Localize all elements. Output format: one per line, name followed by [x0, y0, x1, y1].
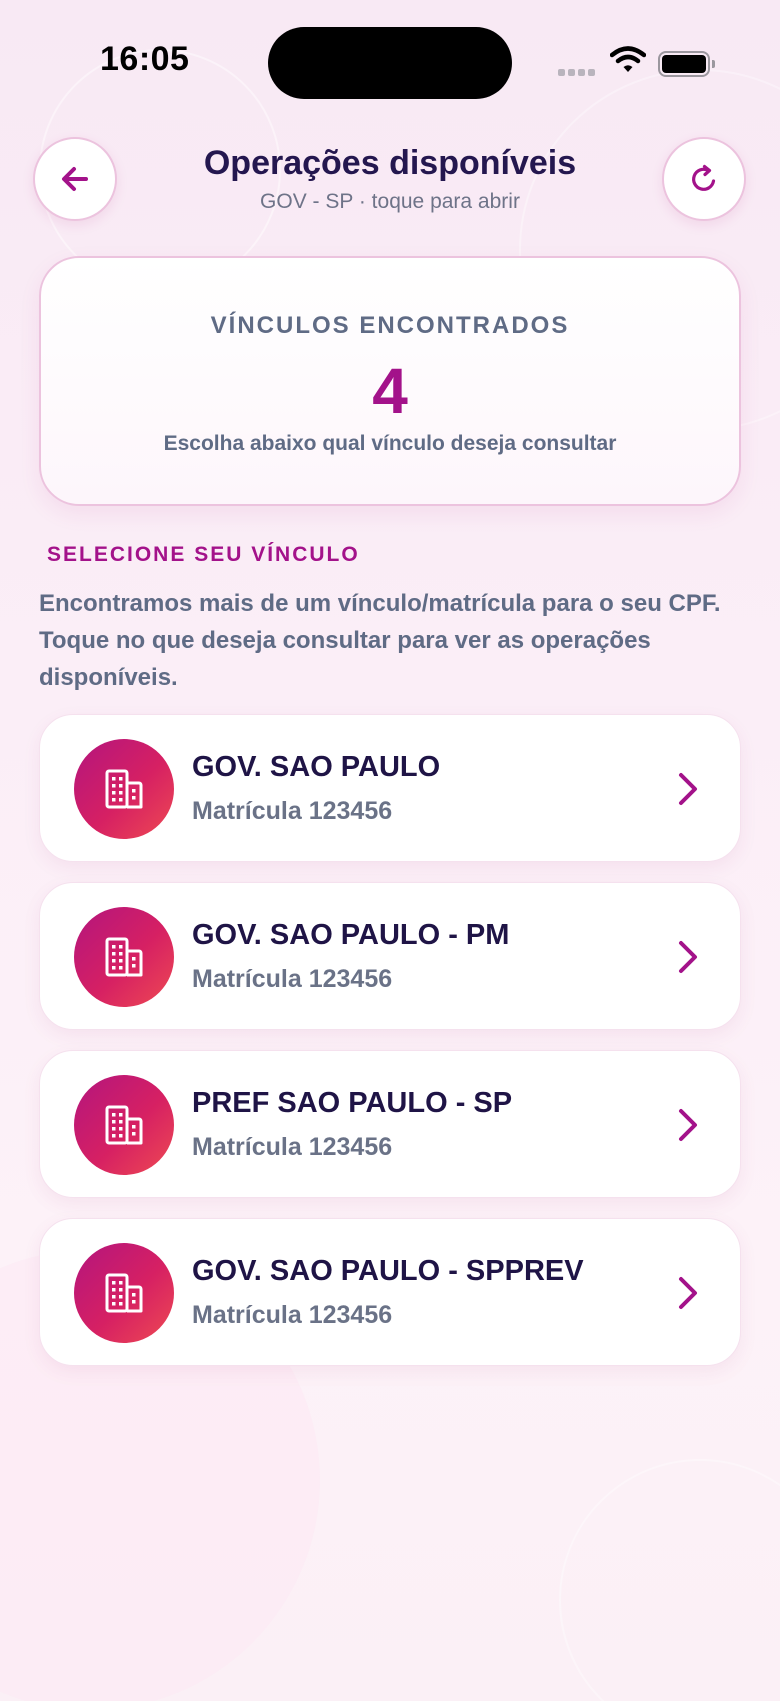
- vinculos-count: 4: [372, 355, 408, 427]
- chevron-right-icon: [679, 773, 697, 805]
- vinculo-item[interactable]: GOV. SAO PAULO - SPPREV Matrícula 123456: [39, 1218, 741, 1366]
- dynamic-island: [268, 27, 512, 99]
- building-icon: [105, 769, 143, 809]
- vinculo-item[interactable]: GOV. SAO PAULO - PM Matrícula 123456: [39, 882, 741, 1030]
- vinculo-name: GOV. SAO PAULO - SPPREV: [192, 1255, 584, 1287]
- wifi-icon: [610, 46, 646, 72]
- vinculo-item[interactable]: GOV. SAO PAULO Matrícula 123456: [39, 714, 741, 862]
- building-icon: [105, 1105, 143, 1145]
- status-time: 16:05: [100, 40, 190, 78]
- page-subtitle[interactable]: GOV - SP · toque para abrir: [0, 190, 780, 214]
- vinculo-avatar: [74, 907, 174, 1007]
- summary-label: VÍNCULOS ENCONTRADOS: [210, 312, 570, 339]
- vinculo-item[interactable]: PREF SAO PAULO - SP Matrícula 123456: [39, 1050, 741, 1198]
- status-bar: 16:05: [0, 0, 780, 120]
- chevron-right-icon: [679, 941, 697, 973]
- vinculo-avatar: [74, 1075, 174, 1175]
- vinculo-avatar: [74, 739, 174, 839]
- building-icon: [105, 937, 143, 977]
- vinculo-avatar: [74, 1243, 174, 1343]
- vinculo-matricula: Matrícula 123456: [192, 797, 393, 825]
- building-icon: [105, 1273, 143, 1313]
- section-title: SELECIONE SEU VÍNCULO: [47, 543, 360, 566]
- cellular-signal-icon: [558, 69, 595, 76]
- vinculo-matricula: Matrícula 123456: [192, 1133, 393, 1161]
- refresh-icon: [692, 164, 716, 191]
- chevron-right-icon: [679, 1109, 697, 1141]
- chevron-right-icon: [679, 1277, 697, 1309]
- vinculo-matricula: Matrícula 123456: [192, 965, 393, 993]
- battery-icon: [658, 51, 715, 77]
- section-description: Encontramos mais de um vínculo/matrícula…: [39, 590, 721, 691]
- refresh-button[interactable]: [662, 137, 746, 221]
- vinculo-name: GOV. SAO PAULO: [192, 751, 441, 783]
- vinculo-matricula: Matrícula 123456: [192, 1301, 393, 1329]
- vinculo-name: GOV. SAO PAULO - PM: [192, 919, 510, 951]
- summary-card: VÍNCULOS ENCONTRADOS 4 Escolha abaixo qu…: [39, 256, 741, 506]
- vinculo-name: PREF SAO PAULO - SP: [192, 1087, 513, 1119]
- summary-hint: Escolha abaixo qual vínculo deseja consu…: [163, 432, 617, 455]
